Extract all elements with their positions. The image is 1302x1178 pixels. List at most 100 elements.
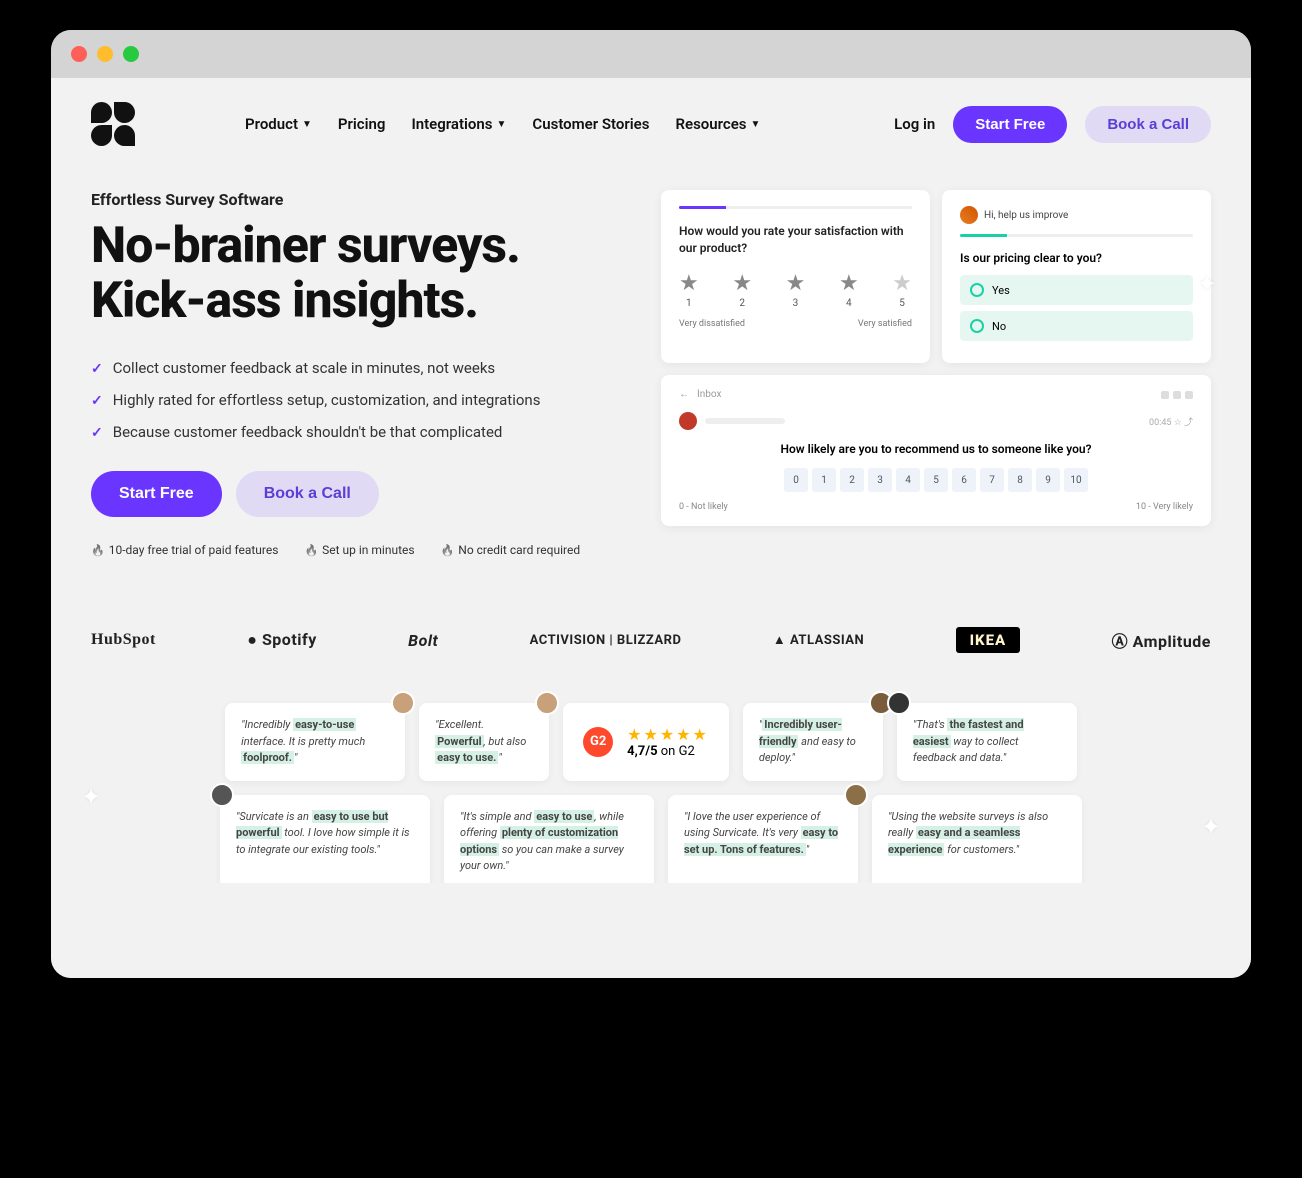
- nps-option[interactable]: 4: [896, 468, 920, 492]
- minimize-window-icon[interactable]: [97, 46, 113, 62]
- testimonial-card: "It's simple and easy to use, while offe…: [444, 795, 654, 884]
- main-nav: Product ▼ Pricing Integrations ▼ Custome…: [51, 78, 1251, 170]
- nav-customer-stories[interactable]: Customer Stories: [532, 115, 649, 133]
- hero-book-call-button[interactable]: Book a Call: [236, 471, 379, 517]
- nps-low: 0 - Not likely: [679, 502, 728, 512]
- nav-label: Product: [245, 115, 298, 133]
- toolbar-icon: [1173, 391, 1181, 399]
- option-no[interactable]: No: [960, 311, 1193, 341]
- cta-row: Start Free Book a Call: [91, 471, 641, 517]
- star-icon[interactable]: ★: [839, 271, 859, 296]
- star-icon[interactable]: ★: [732, 271, 752, 296]
- avatar-icon: [887, 691, 911, 715]
- nps-option[interactable]: 6: [952, 468, 976, 492]
- card-toolbar: ← Inbox: [679, 389, 1193, 400]
- check-icon: ✓: [91, 425, 103, 441]
- survey-question: How would you rate your satisfaction wit…: [679, 223, 912, 257]
- sparkle-icon: ✦: [1197, 270, 1217, 298]
- bullet-text: Because customer feedback shouldn't be t…: [113, 423, 503, 441]
- star-rating-icon: ★★★★★: [627, 725, 709, 744]
- nps-option[interactable]: 1: [812, 468, 836, 492]
- star-icon[interactable]: ★: [892, 271, 912, 296]
- chevron-down-icon: ▼: [751, 119, 761, 130]
- hero-illustration: ✦ How would you rate your satisfaction w…: [661, 190, 1211, 557]
- bullet-text: Highly rated for effortless setup, custo…: [113, 391, 541, 409]
- avatar-icon: [844, 783, 868, 807]
- nps-scale: 0 1 2 3 4 5 6 7 8 9 10: [679, 468, 1193, 492]
- customer-logos: HubSpot ● Spotify Bolt ACTIVISION | BLIZ…: [51, 597, 1251, 683]
- sparkle-icon: ✦: [81, 783, 101, 811]
- nps-option[interactable]: 2: [840, 468, 864, 492]
- sparkle-icon: ✦: [1201, 813, 1221, 841]
- nav-integrations[interactable]: Integrations ▼: [411, 115, 506, 133]
- nps-option[interactable]: 3: [868, 468, 892, 492]
- survey-question: How likely are you to recommend us to so…: [679, 442, 1193, 456]
- inbox-label: Inbox: [697, 389, 721, 400]
- bullet-text: Collect customer feedback at scale in mi…: [113, 359, 495, 377]
- scale-num: 5: [892, 298, 912, 309]
- nps-option[interactable]: 0: [784, 468, 808, 492]
- hero-bullets: ✓ Collect customer feedback at scale in m…: [91, 359, 641, 441]
- hero-section: Effortless Survey Software No-brainer su…: [51, 170, 1251, 597]
- testimonial-card: "Incredibly easy-to-use interface. It is…: [225, 703, 405, 781]
- testimonial-card: "That's the fastest and easiest way to c…: [897, 703, 1077, 781]
- nps-option[interactable]: 7: [980, 468, 1004, 492]
- hero-start-free-button[interactable]: Start Free: [91, 471, 222, 517]
- survey-question: Is our pricing clear to you?: [960, 251, 1193, 265]
- book-call-button[interactable]: Book a Call: [1085, 106, 1211, 143]
- avatar-icon: [391, 691, 415, 715]
- star-icon[interactable]: ★: [679, 271, 699, 296]
- testimonial-card: "Incredibly user-friendly and easy to de…: [743, 703, 883, 781]
- nav-links: Product ▼ Pricing Integrations ▼ Custome…: [245, 115, 760, 133]
- browser-window: Product ▼ Pricing Integrations ▼ Custome…: [51, 30, 1251, 978]
- scale-labels: Very dissatisfied Very satisfied: [679, 319, 912, 329]
- bullet-item: ✓ Highly rated for effortless setup, cust…: [91, 391, 641, 409]
- nav-product[interactable]: Product ▼: [245, 115, 312, 133]
- option-yes[interactable]: Yes: [960, 275, 1193, 305]
- nps-option[interactable]: 5: [924, 468, 948, 492]
- nav-pricing[interactable]: Pricing: [338, 115, 386, 133]
- scale-num: 4: [839, 298, 859, 309]
- toolbar-icon: [1185, 391, 1193, 399]
- avatar-icon: [679, 412, 697, 430]
- brand-logo[interactable]: [91, 102, 135, 146]
- g2-rating-card: G2 ★★★★★ 4,7/5 on G2: [563, 703, 729, 781]
- logo-ikea: IKEA: [956, 627, 1021, 653]
- logo-bolt: Bolt: [408, 631, 438, 650]
- check-icon: ✓: [91, 393, 103, 409]
- scale-num: 1: [679, 298, 699, 309]
- scale-high: Very satisfied: [858, 319, 912, 329]
- survey-card-pricing: Hi, help us improve Is our pricing clear…: [942, 190, 1211, 363]
- logo-atlassian: ▲ ATLASSIAN: [773, 632, 864, 648]
- nav-label: Customer Stories: [532, 115, 649, 133]
- option-label: No: [992, 320, 1006, 333]
- back-icon[interactable]: ←: [679, 389, 689, 400]
- nps-option[interactable]: 10: [1064, 468, 1088, 492]
- testimonial-card: "I love the user experience of using Sur…: [668, 795, 858, 884]
- survey-brand: Hi, help us improve: [960, 206, 1193, 224]
- trust-item: 10-day free trial of paid features: [91, 543, 278, 557]
- nav-label: Integrations: [411, 115, 492, 133]
- page-title: No-brainer surveys. Kick-ass insights.: [91, 219, 641, 329]
- nps-option[interactable]: 9: [1036, 468, 1060, 492]
- brand-text: Hi, help us improve: [984, 210, 1068, 221]
- close-window-icon[interactable]: [71, 46, 87, 62]
- check-icon: ✓: [91, 361, 103, 377]
- start-free-button[interactable]: Start Free: [953, 106, 1067, 143]
- hero-copy: Effortless Survey Software No-brainer su…: [91, 190, 641, 557]
- logo-spotify: ● Spotify: [247, 630, 316, 650]
- radio-icon: [970, 319, 984, 333]
- maximize-window-icon[interactable]: [123, 46, 139, 62]
- timestamp: 00:45 ☆ ⤴: [1149, 415, 1193, 428]
- login-link[interactable]: Log in: [894, 115, 935, 133]
- star-icon[interactable]: ★: [786, 271, 806, 296]
- testimonial-card: "Survicate is an easy to use but powerfu…: [220, 795, 430, 884]
- g2-rating-text: 4,7/5 on G2: [627, 744, 709, 759]
- nav-resources[interactable]: Resources ▼: [675, 115, 760, 133]
- logo-amplitude: Ⓐ Amplitude: [1112, 628, 1211, 652]
- avatar-icon: [535, 691, 559, 715]
- nps-option[interactable]: 8: [1008, 468, 1032, 492]
- option-label: Yes: [992, 284, 1010, 297]
- scale-low: Very dissatisfied: [679, 319, 745, 329]
- bullet-item: ✓ Collect customer feedback at scale in m…: [91, 359, 641, 377]
